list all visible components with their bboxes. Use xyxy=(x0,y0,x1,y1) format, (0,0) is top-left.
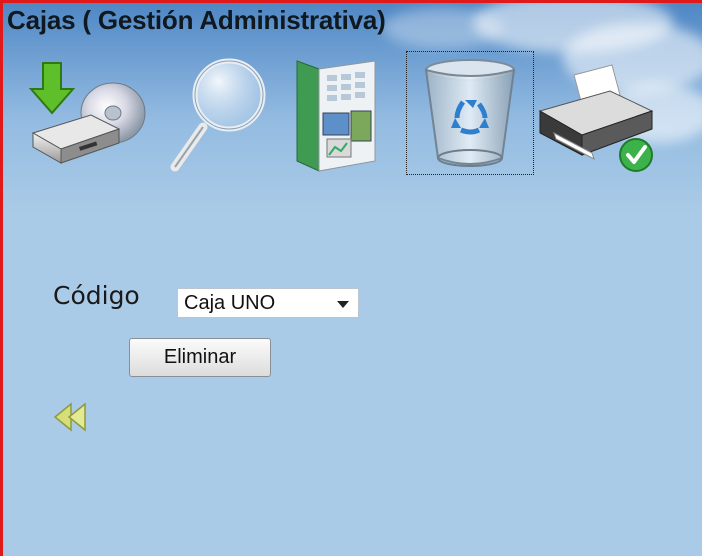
delete-button[interactable] xyxy=(406,51,534,175)
recycle-bin-icon xyxy=(424,59,516,167)
codigo-select[interactable]: Caja UNO xyxy=(177,288,359,318)
eliminar-button[interactable]: Eliminar xyxy=(129,338,271,377)
print-button[interactable] xyxy=(534,55,659,173)
download-button[interactable] xyxy=(21,55,151,173)
header-banner: Cajas ( Gestión Administrativa) xyxy=(3,3,702,213)
codigo-label: Código xyxy=(53,281,140,310)
download-icon xyxy=(28,62,146,164)
form-area: Código Caja UNO Eliminar xyxy=(3,213,702,556)
report-button[interactable] xyxy=(289,55,394,173)
codigo-select-value: Caja UNO xyxy=(184,292,276,314)
chevron-down-icon xyxy=(337,301,349,308)
search-icon xyxy=(170,58,266,172)
back-icon[interactable] xyxy=(51,400,89,434)
search-button[interactable] xyxy=(163,55,273,173)
window-frame: Cajas ( Gestión Administrativa) Código C… xyxy=(0,0,702,556)
printer-icon xyxy=(538,64,654,172)
page-title: Cajas ( Gestión Administrativa) xyxy=(7,5,386,35)
report-icon xyxy=(296,60,376,172)
